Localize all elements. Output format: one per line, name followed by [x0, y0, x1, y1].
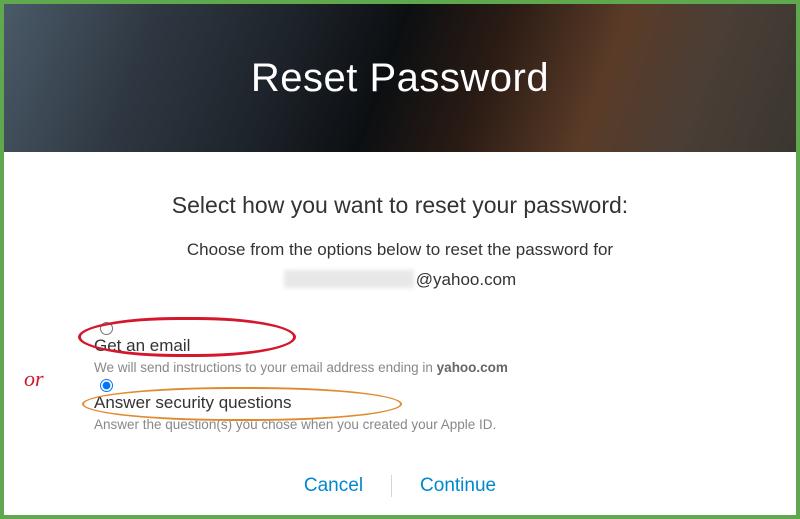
cancel-button[interactable]: Cancel	[304, 475, 363, 497]
prompt-heading: Select how you want to reset your passwo…	[84, 192, 716, 219]
dialog-title: Reset Password	[251, 56, 549, 101]
radio-get-email[interactable]	[100, 322, 113, 335]
dialog-actions: Cancel Continue	[4, 475, 796, 497]
option-description: Answer the question(s) you chose when yo…	[94, 417, 716, 432]
prompt-subtext: Choose from the options below to reset t…	[84, 237, 716, 263]
dialog-header: Reset Password	[4, 4, 796, 152]
reset-options: Get an email We will send instructions t…	[94, 318, 716, 432]
option-label: Get an email	[94, 336, 716, 356]
account-email-line: @yahoo.com	[84, 267, 716, 293]
action-separator	[391, 475, 392, 497]
redacted-email-local	[284, 270, 414, 288]
account-email-domain: @yahoo.com	[416, 270, 516, 289]
option-get-email[interactable]: Get an email We will send instructions t…	[94, 318, 716, 375]
option-security-questions[interactable]: Answer security questions Answer the que…	[94, 375, 716, 432]
continue-button[interactable]: Continue	[420, 475, 496, 497]
radio-security-questions[interactable]	[100, 379, 113, 392]
option-description: We will send instructions to your email …	[94, 360, 716, 375]
option-label: Answer security questions	[94, 393, 716, 413]
dialog-body: Select how you want to reset your passwo…	[4, 152, 796, 432]
